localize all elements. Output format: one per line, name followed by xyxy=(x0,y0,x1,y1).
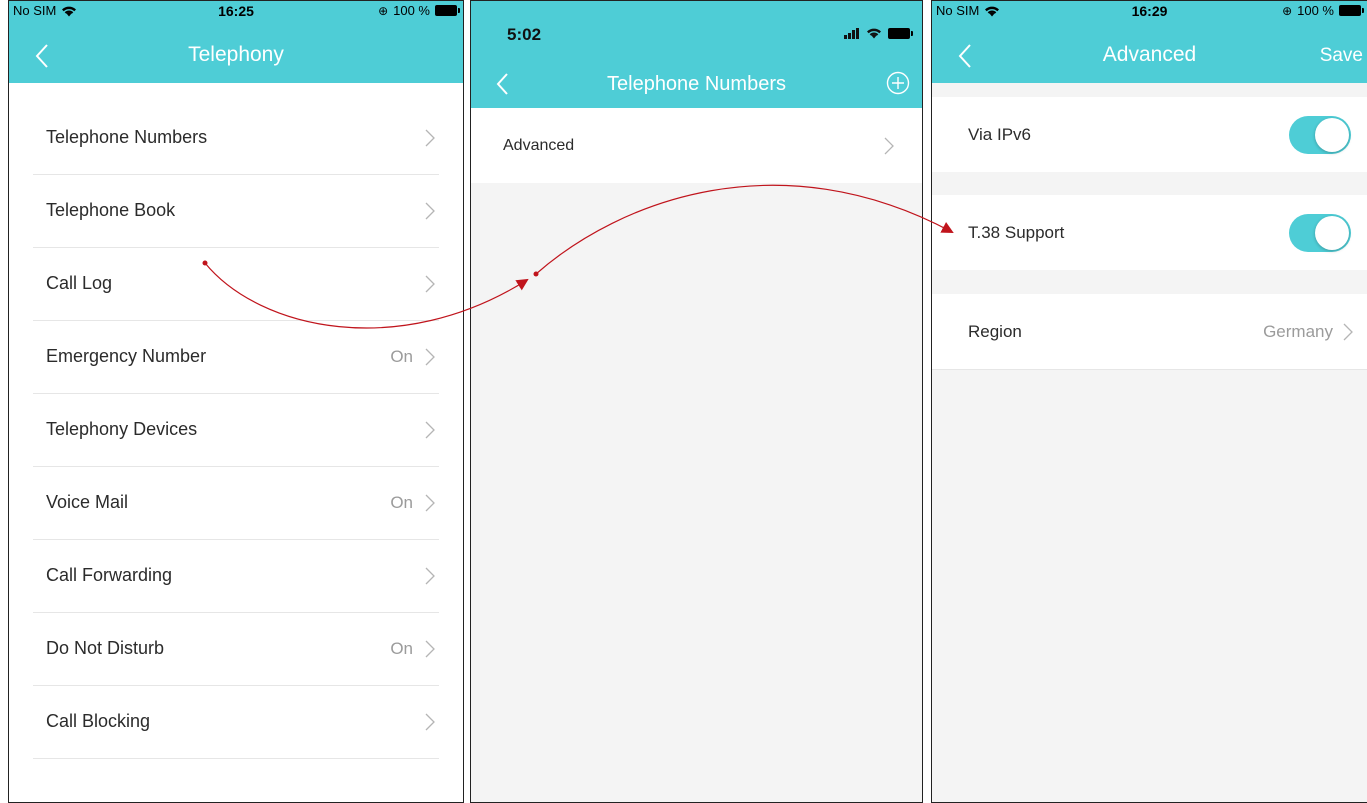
list-item-label: Do Not Disturb xyxy=(46,638,165,658)
nav-header: Telephony xyxy=(9,21,463,83)
chevron-right-icon xyxy=(425,129,435,146)
list-item-label: Advanced xyxy=(503,136,575,154)
list-item-emergency-number[interactable]: Emergency Number On xyxy=(33,320,439,394)
list-item-call-blocking[interactable]: Call Blocking xyxy=(33,685,439,759)
battery-icon xyxy=(888,27,913,39)
chevron-right-icon xyxy=(425,640,435,657)
battery-icon xyxy=(435,5,460,16)
battery-percent: 100 % xyxy=(393,3,430,18)
lock-rotation-icon: ⊕ xyxy=(378,3,389,18)
setting-t38-support: T.38 Support xyxy=(932,195,1367,270)
list-item-label: Call Blocking xyxy=(46,711,151,731)
list-item-do-not-disturb[interactable]: Do Not Disturb On xyxy=(33,612,439,686)
nav-header: Telephone Numbers xyxy=(471,63,922,108)
list-item-label: Call Log xyxy=(46,273,113,293)
status-bar: 5:02 xyxy=(471,1,922,63)
chevron-right-icon xyxy=(425,421,435,438)
setting-label: Via IPv6 xyxy=(968,124,1032,144)
list-item-label: Telephony Devices xyxy=(46,419,198,439)
page-title: Telephone Numbers xyxy=(607,73,786,95)
list-item-value: On xyxy=(390,346,413,366)
signal-icon xyxy=(844,27,859,39)
chevron-right-icon xyxy=(1343,323,1353,340)
phone-screen-advanced: No SIM 16:29 ⊕ 100 % Advanced Save Via I… xyxy=(931,0,1367,803)
battery-icon xyxy=(1339,5,1364,16)
battery-info: ⊕ 100 % xyxy=(1282,3,1364,18)
page-title: Telephony xyxy=(188,43,284,66)
chevron-right-icon xyxy=(425,567,435,584)
chevron-right-icon xyxy=(425,348,435,365)
nav-header: Advanced Save xyxy=(932,21,1367,83)
toggle-knob xyxy=(1315,215,1349,250)
chevron-right-icon xyxy=(425,713,435,730)
chevron-right-icon xyxy=(884,137,894,154)
status-icons xyxy=(844,27,913,39)
status-bar: No SIM 16:29 ⊕ 100 % xyxy=(932,1,1367,21)
status-bar: No SIM 16:25 ⊕ 100 % xyxy=(9,1,463,21)
battery-percent: 100 % xyxy=(1297,3,1334,18)
status-time: 5:02 xyxy=(507,25,542,44)
list-item-label: Telephone Numbers xyxy=(46,127,208,147)
list-item-call-log[interactable]: Call Log xyxy=(33,247,439,321)
setting-via-ipv6: Via IPv6 xyxy=(932,97,1367,172)
list-item-telephony-devices[interactable]: Telephony Devices xyxy=(33,393,439,467)
chevron-right-icon xyxy=(425,275,435,292)
phone-screen-telephony: No SIM 16:25 ⊕ 100 % Telephony Telephone… xyxy=(8,0,464,803)
list-item-label: Voice Mail xyxy=(46,492,129,512)
lock-rotation-icon: ⊕ xyxy=(1282,3,1293,18)
page-title: Advanced xyxy=(1102,43,1197,66)
list-item-call-forwarding[interactable]: Call Forwarding xyxy=(33,539,439,613)
list-item-value: On xyxy=(390,492,413,512)
list-item-telephone-book[interactable]: Telephone Book xyxy=(33,174,439,248)
chevron-right-icon xyxy=(425,494,435,511)
add-icon[interactable] xyxy=(886,71,910,95)
setting-label: T.38 Support xyxy=(968,222,1065,242)
list-item-value: On xyxy=(390,638,413,658)
setting-region[interactable]: Region Germany xyxy=(932,294,1367,370)
chevron-right-icon xyxy=(425,202,435,219)
list-item-label: Emergency Number xyxy=(46,346,207,366)
t38-support-toggle[interactable] xyxy=(1289,213,1351,252)
list-item-voice-mail[interactable]: Voice Mail On xyxy=(33,466,439,540)
region-value: Germany xyxy=(1263,321,1333,341)
save-button[interactable]: Save xyxy=(1320,45,1363,67)
via-ipv6-toggle[interactable] xyxy=(1289,115,1351,154)
wifi-icon xyxy=(867,28,881,39)
list-item-label: Telephone Book xyxy=(46,200,176,220)
battery-info: ⊕ 100 % xyxy=(378,3,460,18)
list-item-telephone-numbers[interactable]: Telephone Numbers xyxy=(33,101,439,175)
list-item-label: Call Forwarding xyxy=(46,565,173,585)
phone-screen-telephone-numbers: 5:02 Telephone Numbers Advanced xyxy=(470,0,923,803)
setting-label: Region xyxy=(968,321,1022,341)
toggle-knob xyxy=(1315,117,1349,152)
list-item-advanced[interactable]: Advanced xyxy=(471,108,922,183)
